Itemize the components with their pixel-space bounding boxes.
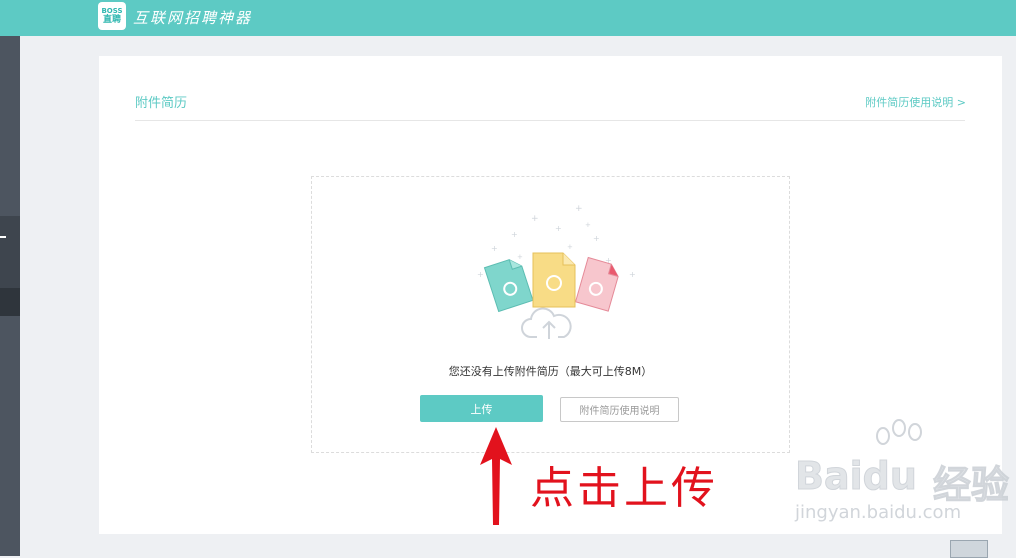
watermark-brand: Baidu <box>795 454 918 499</box>
svg-text:+: + <box>491 244 498 253</box>
logo-text-top: BOSS <box>101 6 123 15</box>
svg-text:+: + <box>629 270 636 279</box>
sidebar-item-active[interactable] <box>0 288 20 316</box>
divider <box>135 120 965 121</box>
baidu-watermark: Baidu 经验 jingyan.baidu.com <box>795 418 1010 528</box>
document-upload-illustration: + + + + + + + + + + + + <box>477 204 636 339</box>
logo-text-bottom: 直聘 <box>102 14 121 25</box>
watermark-url: jingyan.baidu.com <box>795 502 962 523</box>
empty-resume-message: 您还没有上传附件简历（最大可上传8M） <box>448 365 653 378</box>
boss-zhipin-logo[interactable]: BOSS 直聘 <box>98 2 126 30</box>
top-navigation-bar: BOSS 直聘 互联网招聘神器 <box>0 0 1016 36</box>
click-upload-annotation: 点击上传 <box>530 463 718 514</box>
upload-dropzone[interactable]: + + + + + + + + + + + + 您还没有上传附件简历（最大可上传… <box>311 176 790 453</box>
up-arrow-annotation <box>480 427 512 525</box>
corner-avatar-icon[interactable] <box>950 540 988 558</box>
svg-text:+: + <box>517 253 523 261</box>
svg-text:+: + <box>511 230 518 239</box>
resume-guide-button[interactable]: 附件简历使用说明 <box>560 397 679 422</box>
resume-help-link[interactable]: 附件简历使用说明 > <box>865 94 966 110</box>
svg-text:+: + <box>531 214 539 224</box>
svg-text:+: + <box>575 204 583 214</box>
sidebar-section[interactable] <box>0 216 20 288</box>
header-slogan: 互联网招聘神器 <box>133 9 253 27</box>
svg-text:+: + <box>555 224 562 233</box>
page-title: 附件简历 <box>135 96 188 111</box>
svg-text:+: + <box>585 221 591 229</box>
upload-button[interactable]: 上传 <box>420 395 543 422</box>
left-sidebar <box>0 36 20 556</box>
cloud-upload-icon <box>521 307 572 339</box>
svg-text:+: + <box>567 243 573 251</box>
paw-icon <box>876 419 922 445</box>
sidebar-marker <box>0 236 6 238</box>
svg-text:+: + <box>477 270 484 279</box>
watermark-cn: 经验 <box>932 463 1010 508</box>
svg-text:+: + <box>593 234 600 243</box>
